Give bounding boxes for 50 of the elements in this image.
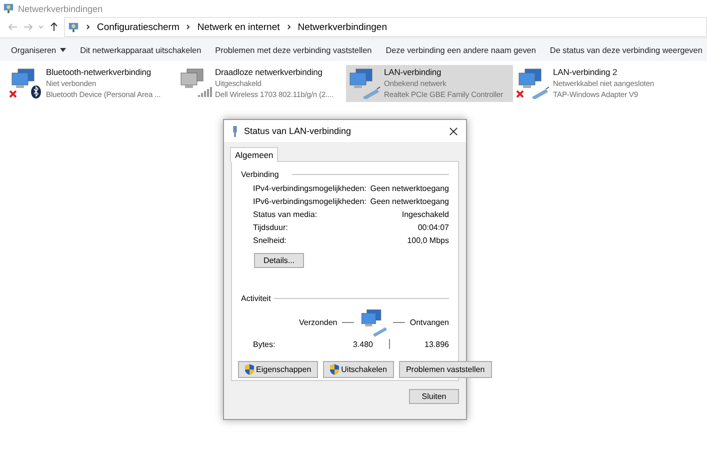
property-value: Geen netwerktoegang (370, 184, 449, 193)
network-computers-icon (358, 307, 388, 337)
close-icon[interactable] (449, 126, 458, 136)
shield-icon (245, 364, 254, 375)
dialog-button[interactable]: Eigenschappen (238, 361, 318, 378)
toolbar-button[interactable]: Problemen met deze verbinding vaststellen (208, 42, 379, 58)
property-label: Status van media: (253, 210, 318, 219)
toolbar-button[interactable]: Organiseren (4, 42, 74, 58)
sent-label: Verzonden (299, 318, 338, 326)
dialog-title: Status van LAN-verbinding (244, 126, 352, 136)
toolbar-button[interactable]: Dit netwerkapparaat uitschakelen (73, 42, 208, 58)
property-label: Tijdsduur: (253, 223, 288, 232)
connection-name: Draadloze netwerkverbinding (215, 67, 324, 78)
chevron-icon[interactable] (85, 23, 91, 31)
network-folder-icon (68, 22, 79, 32)
address-bar[interactable]: Configuratiescherm Netwerk en internet Netwerkverbindingen (64, 17, 707, 37)
cable-plug-icon (232, 126, 238, 136)
group-heading: Verbinding (241, 170, 279, 179)
breadcrumb[interactable]: Netwerkverbindingen (298, 22, 387, 32)
property-value: Ingeschakeld (402, 210, 449, 219)
property-label: IPv6-verbindingsmogelijkheden: (253, 197, 366, 206)
received-label: Ontvangen (410, 318, 449, 326)
connection-name: Bluetooth-netwerkverbinding (46, 67, 152, 78)
dialog-button[interactable]: Problemen vaststellen (398, 361, 492, 378)
chevron-icon[interactable] (286, 23, 292, 31)
bytes-received: 13.896 (424, 340, 449, 348)
breadcrumb[interactable]: Configuratiescherm (97, 22, 180, 32)
toolbar-button[interactable]: Deze verbinding een andere naam geven (378, 42, 543, 58)
details-button[interactable]: Details... (254, 253, 304, 268)
shield-icon (330, 364, 340, 375)
dropdown-caret-icon (60, 48, 66, 52)
window-title: Netwerkverbindingen (18, 4, 103, 14)
bytes-label: Bytes: (253, 340, 276, 348)
tab[interactable]: Algemeen (230, 147, 278, 162)
group-heading: Activiteit (241, 294, 271, 303)
chevron-icon[interactable] (185, 23, 192, 31)
breadcrumb[interactable]: Netwerk en internet (197, 22, 280, 32)
up-arrow-icon[interactable] (49, 22, 59, 32)
network-folder-icon (3, 3, 14, 14)
connection-name: LAN-verbinding 2 (553, 67, 618, 78)
toolbar-button[interactable]: De status van deze verbinding weergeven (542, 42, 707, 58)
property-label: IPv4-verbindingsmogelijkheden: (253, 184, 366, 193)
close-button[interactable]: Sluiten (409, 389, 459, 404)
property-label: Snelheid: (253, 236, 286, 245)
property-value: 00:04:07 (418, 223, 449, 232)
connection-name: LAN-verbinding (384, 67, 442, 78)
bytes-sent: 3.480 (352, 340, 373, 348)
property-value: 100,0 Mbps (407, 236, 449, 245)
dialog-button[interactable]: Uitschakelen (323, 361, 394, 378)
property-value: Geen netwerktoegang (370, 197, 449, 206)
